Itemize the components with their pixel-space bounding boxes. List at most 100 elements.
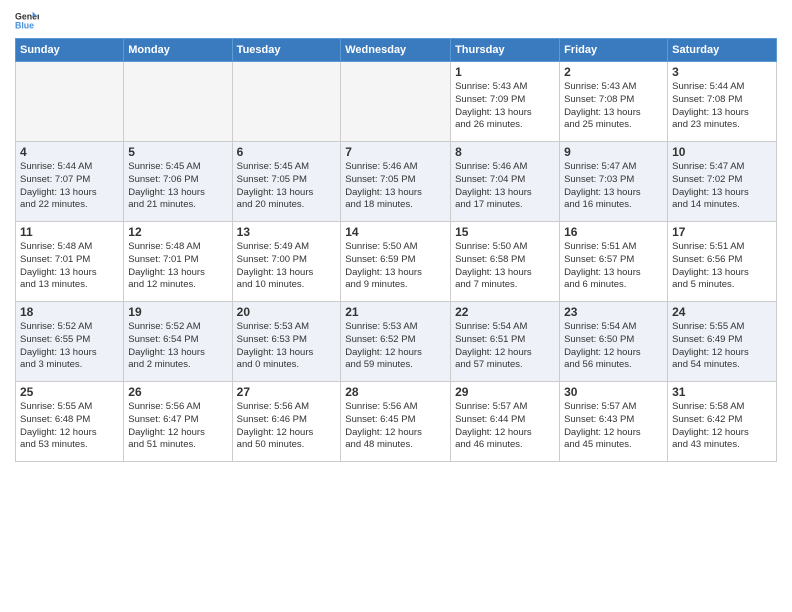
calendar-table: SundayMondayTuesdayWednesdayThursdayFrid… [15,38,777,462]
calendar-cell: 11 Sunrise: 5:48 AM Sunset: 7:01 PM Dayli… [16,222,124,302]
calendar-cell: 13 Sunrise: 5:49 AM Sunset: 7:00 PM Dayli… [232,222,341,302]
calendar-week-5: 25 Sunrise: 5:55 AM Sunset: 6:48 PM Dayli… [16,382,777,462]
day-number: 28 [345,385,446,399]
calendar-cell: 16 Sunrise: 5:51 AM Sunset: 6:57 PM Dayli… [560,222,668,302]
day-info: Sunrise: 5:45 AM Sunset: 7:06 PM Dayligh… [128,161,227,212]
calendar-cell: 31 Sunrise: 5:58 AM Sunset: 6:42 PM Dayli… [668,382,777,462]
day-number: 5 [128,145,227,159]
calendar-header-friday: Friday [560,39,668,62]
day-info: Sunrise: 5:48 AM Sunset: 7:01 PM Dayligh… [128,241,227,292]
calendar-header-wednesday: Wednesday [341,39,451,62]
day-info: Sunrise: 5:47 AM Sunset: 7:03 PM Dayligh… [564,161,663,212]
day-number: 13 [237,225,337,239]
day-info: Sunrise: 5:46 AM Sunset: 7:05 PM Dayligh… [345,161,446,212]
calendar-header-thursday: Thursday [451,39,560,62]
day-number: 26 [128,385,227,399]
day-number: 4 [20,145,119,159]
calendar-cell: 28 Sunrise: 5:56 AM Sunset: 6:45 PM Dayli… [341,382,451,462]
page-container: General Blue SundayMondayTuesdayWednesda… [0,0,792,467]
day-number: 10 [672,145,772,159]
calendar-cell: 24Sunrise: 5:55 AM Sunset: 6:49 PM Dayli… [668,302,777,382]
day-info: Sunrise: 5:58 AM Sunset: 6:42 PM Dayligh… [672,401,772,452]
calendar-cell: 6Sunrise: 5:45 AM Sunset: 7:05 PM Daylig… [232,142,341,222]
day-info: Sunrise: 5:55 AM Sunset: 6:48 PM Dayligh… [20,401,119,452]
calendar-cell: 1 Sunrise: 5:43 AM Sunset: 7:09 PM Daylig… [451,62,560,142]
day-info: Sunrise: 5:56 AM Sunset: 6:47 PM Dayligh… [128,401,227,452]
calendar-cell: 5 Sunrise: 5:45 AM Sunset: 7:06 PM Daylig… [124,142,232,222]
day-info: Sunrise: 5:53 AM Sunset: 6:52 PM Dayligh… [345,321,446,372]
calendar-cell: 29 Sunrise: 5:57 AM Sunset: 6:44 PM Dayli… [451,382,560,462]
day-info: Sunrise: 5:52 AM Sunset: 6:54 PM Dayligh… [128,321,227,372]
calendar-cell: 18 Sunrise: 5:52 AM Sunset: 6:55 PM Dayli… [16,302,124,382]
day-number: 22 [455,305,555,319]
calendar-cell: 17Sunrise: 5:51 AM Sunset: 6:56 PM Dayli… [668,222,777,302]
day-info: Sunrise: 5:50 AM Sunset: 6:59 PM Dayligh… [345,241,446,292]
day-number: 23 [564,305,663,319]
calendar-cell: 9 Sunrise: 5:47 AM Sunset: 7:03 PM Daylig… [560,142,668,222]
day-number: 30 [564,385,663,399]
logo: General Blue [15,10,39,30]
day-number: 3 [672,65,772,79]
calendar-header-saturday: Saturday [668,39,777,62]
day-number: 18 [20,305,119,319]
day-number: 25 [20,385,119,399]
calendar-cell: 14 Sunrise: 5:50 AM Sunset: 6:59 PM Dayli… [341,222,451,302]
calendar-cell: 30 Sunrise: 5:57 AM Sunset: 6:43 PM Dayli… [560,382,668,462]
day-info: Sunrise: 5:49 AM Sunset: 7:00 PM Dayligh… [237,241,337,292]
calendar-cell: 25 Sunrise: 5:55 AM Sunset: 6:48 PM Dayli… [16,382,124,462]
day-info: Sunrise: 5:43 AM Sunset: 7:08 PM Dayligh… [564,81,663,132]
day-info: Sunrise: 5:54 AM Sunset: 6:51 PM Dayligh… [455,321,555,372]
calendar-cell: 15 Sunrise: 5:50 AM Sunset: 6:58 PM Dayli… [451,222,560,302]
day-info: Sunrise: 5:43 AM Sunset: 7:09 PM Dayligh… [455,81,555,132]
calendar-cell: 22 Sunrise: 5:54 AM Sunset: 6:51 PM Dayli… [451,302,560,382]
day-number: 21 [345,305,446,319]
day-number: 19 [128,305,227,319]
day-number: 27 [237,385,337,399]
calendar-cell: 26 Sunrise: 5:56 AM Sunset: 6:47 PM Dayli… [124,382,232,462]
calendar-cell: 12Sunrise: 5:48 AM Sunset: 7:01 PM Dayli… [124,222,232,302]
calendar-cell [124,62,232,142]
calendar-cell: 3 Sunrise: 5:44 AM Sunset: 7:08 PM Daylig… [668,62,777,142]
day-info: Sunrise: 5:47 AM Sunset: 7:02 PM Dayligh… [672,161,772,212]
day-info: Sunrise: 5:51 AM Sunset: 6:56 PM Dayligh… [672,241,772,292]
day-info: Sunrise: 5:46 AM Sunset: 7:04 PM Dayligh… [455,161,555,212]
day-info: Sunrise: 5:48 AM Sunset: 7:01 PM Dayligh… [20,241,119,292]
day-number: 11 [20,225,119,239]
day-info: Sunrise: 5:56 AM Sunset: 6:45 PM Dayligh… [345,401,446,452]
day-info: Sunrise: 5:44 AM Sunset: 7:07 PM Dayligh… [20,161,119,212]
calendar-header-tuesday: Tuesday [232,39,341,62]
day-info: Sunrise: 5:50 AM Sunset: 6:58 PM Dayligh… [455,241,555,292]
day-info: Sunrise: 5:44 AM Sunset: 7:08 PM Dayligh… [672,81,772,132]
logo-icon: General Blue [15,10,39,30]
header: General Blue [15,10,777,30]
calendar-header-monday: Monday [124,39,232,62]
calendar-cell: 10 Sunrise: 5:47 AM Sunset: 7:02 PM Dayli… [668,142,777,222]
day-number: 7 [345,145,446,159]
day-number: 16 [564,225,663,239]
calendar-header-sunday: Sunday [16,39,124,62]
calendar-week-2: 4 Sunrise: 5:44 AM Sunset: 7:07 PM Daylig… [16,142,777,222]
calendar-week-3: 11 Sunrise: 5:48 AM Sunset: 7:01 PM Dayli… [16,222,777,302]
day-number: 6 [237,145,337,159]
calendar-cell: 23Sunrise: 5:54 AM Sunset: 6:50 PM Dayli… [560,302,668,382]
day-number: 9 [564,145,663,159]
svg-text:Blue: Blue [15,20,34,30]
calendar-cell [341,62,451,142]
day-number: 15 [455,225,555,239]
calendar-cell: 19 Sunrise: 5:52 AM Sunset: 6:54 PM Dayli… [124,302,232,382]
day-number: 29 [455,385,555,399]
day-number: 14 [345,225,446,239]
day-info: Sunrise: 5:53 AM Sunset: 6:53 PM Dayligh… [237,321,337,372]
day-number: 1 [455,65,555,79]
calendar-week-4: 18 Sunrise: 5:52 AM Sunset: 6:55 PM Dayli… [16,302,777,382]
day-number: 8 [455,145,555,159]
calendar-cell [232,62,341,142]
day-info: Sunrise: 5:52 AM Sunset: 6:55 PM Dayligh… [20,321,119,372]
day-info: Sunrise: 5:57 AM Sunset: 6:43 PM Dayligh… [564,401,663,452]
day-info: Sunrise: 5:51 AM Sunset: 6:57 PM Dayligh… [564,241,663,292]
day-info: Sunrise: 5:57 AM Sunset: 6:44 PM Dayligh… [455,401,555,452]
day-info: Sunrise: 5:55 AM Sunset: 6:49 PM Dayligh… [672,321,772,372]
calendar-cell: 27Sunrise: 5:56 AM Sunset: 6:46 PM Dayli… [232,382,341,462]
calendar-cell [16,62,124,142]
day-number: 31 [672,385,772,399]
